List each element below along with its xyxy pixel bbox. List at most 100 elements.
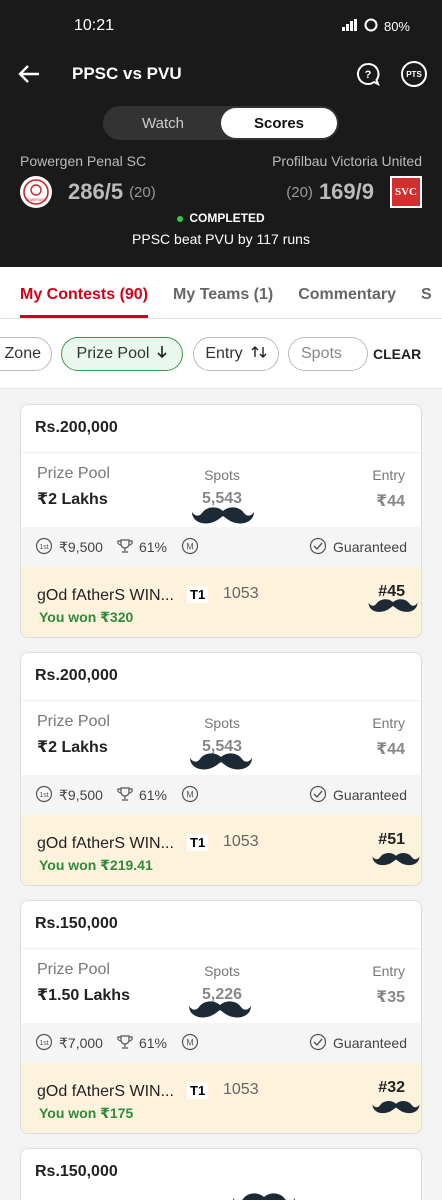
- first-prize: ₹7,000: [59, 1034, 103, 1051]
- guaranteed-check-icon: [309, 785, 327, 806]
- svg-text:?: ?: [365, 69, 372, 81]
- multi-entry-icon: M: [181, 785, 199, 806]
- team-name: gOd fAtherS WIN...: [37, 835, 174, 852]
- tab-stats[interactable]: S: [421, 286, 432, 318]
- svg-text:POWERGEN: POWERGEN: [26, 198, 47, 202]
- status-dot-icon: [177, 215, 184, 222]
- contest-card[interactable]: Rs.150,000: [20, 1148, 422, 1200]
- first-prize: ₹9,500: [59, 538, 103, 555]
- watch-scores-toggle: Watch Scores: [103, 106, 339, 140]
- mustache-icon: [192, 507, 254, 524]
- win-percent: 61%: [138, 539, 167, 555]
- contest-header: Rs.200,000: [21, 653, 421, 701]
- prize-pool-sort-chip[interactable]: Prize Pool: [61, 337, 183, 371]
- guaranteed-check-icon: [309, 537, 327, 558]
- first-prize-icon: 1st: [35, 537, 53, 558]
- team-points: 1053: [223, 1081, 259, 1098]
- winnings: You won ₹320: [39, 609, 134, 625]
- team1-score: 286/5: [68, 179, 124, 204]
- team-name: gOd fAtherS WIN...: [37, 1083, 174, 1100]
- team2-name: Profilbau Victoria United: [272, 153, 422, 169]
- team2-logo: SVC: [390, 176, 422, 208]
- joined-team-row[interactable]: gOd fAtherS WIN... T1 1053 You won ₹175 …: [21, 1063, 421, 1133]
- mustache-icon: [233, 1193, 295, 1200]
- zone-filter-chip[interactable]: Zone: [0, 337, 52, 371]
- joined-team-row[interactable]: gOd fAtherS WIN... T1 1053 You won ₹219.…: [21, 815, 421, 885]
- team-name: gOd fAtherS WIN...: [37, 587, 174, 604]
- contest-header: Rs.200,000: [21, 405, 421, 453]
- entry-fee: ₹44: [376, 741, 405, 758]
- battery-icon: [364, 18, 378, 35]
- points-icon[interactable]: PTS: [400, 60, 428, 88]
- score-row: POWERGEN 286/5 (20) (20) 169/9 SVC: [0, 175, 442, 209]
- contest-card[interactable]: Rs.200,000 Prize Pool ₹2 Lakhs Spots 5,5…: [20, 652, 422, 886]
- entry-fee: ₹44: [376, 493, 405, 510]
- tab-my-contests[interactable]: My Contests (90): [20, 286, 149, 318]
- match-header: 10:21 80% PPSC vs PVU ? PTS Watch Scores…: [0, 0, 442, 267]
- svg-text:1st: 1st: [39, 1040, 48, 1047]
- arrow-down-icon: [157, 345, 168, 364]
- team-id-badge: T1: [187, 586, 209, 603]
- winnings: You won ₹219.41: [39, 857, 153, 873]
- filter-bar: Zone Prize Pool Entry Spots CLEAR: [0, 319, 442, 389]
- team-names: Powergen Penal SC Profilbau Victoria Uni…: [0, 153, 442, 169]
- team-rank: #51: [378, 831, 405, 848]
- contest-card[interactable]: Rs.200,000 Prize Pool ₹2 Lakhs Spots 5,5…: [20, 404, 422, 638]
- trophy-icon: [117, 1034, 133, 1053]
- status-bar: 10:21 80%: [0, 0, 442, 52]
- mustache-icon: [372, 1100, 420, 1114]
- first-prize-icon: 1st: [35, 785, 53, 806]
- entry-fee: ₹35: [376, 989, 405, 1006]
- tab-bar: My Contests (90) My Teams (1) Commentary…: [0, 267, 442, 319]
- guaranteed-label: Guaranteed: [333, 1035, 407, 1051]
- contest-card[interactable]: Rs.150,000 Prize Pool ₹1.50 Lakhs Spots …: [20, 900, 422, 1134]
- match-result: PPSC beat PVU by 117 runs: [132, 231, 310, 247]
- team2-overs: (20): [286, 183, 313, 201]
- sort-arrows-icon: [251, 345, 267, 364]
- mustache-icon: [372, 852, 420, 866]
- app-bar: PPSC vs PVU ? PTS: [0, 52, 442, 96]
- clear-filters-button[interactable]: CLEAR: [373, 346, 421, 362]
- team-id-badge: T1: [187, 1082, 209, 1099]
- svg-text:1st: 1st: [39, 792, 48, 799]
- guaranteed-label: Guaranteed: [333, 539, 407, 555]
- help-chat-icon[interactable]: ?: [354, 60, 382, 88]
- multi-entry-icon: M: [181, 1033, 199, 1054]
- entry-sort-chip[interactable]: Entry: [193, 337, 279, 371]
- first-prize: ₹9,500: [59, 786, 103, 803]
- back-arrow-icon[interactable]: [14, 59, 44, 89]
- guaranteed-check-icon: [309, 1033, 327, 1054]
- mustache-icon: [368, 599, 418, 612]
- battery-level: 80%: [383, 18, 410, 34]
- tab-commentary[interactable]: Commentary: [298, 286, 396, 318]
- signal-icon: [341, 18, 358, 34]
- scores-tab[interactable]: Scores: [221, 108, 337, 138]
- svg-text:M: M: [186, 789, 194, 799]
- svg-text:1st: 1st: [39, 544, 48, 551]
- team1-logo: POWERGEN: [20, 176, 52, 208]
- team-id-badge: T1: [187, 834, 209, 851]
- first-prize-icon: 1st: [35, 1033, 53, 1054]
- tab-my-teams[interactable]: My Teams (1): [173, 286, 273, 318]
- mustache-icon: [189, 1001, 251, 1018]
- contest-header: Rs.150,000: [21, 901, 421, 949]
- match-status: COMPLETED: [0, 211, 442, 225]
- trophy-icon: [117, 538, 133, 557]
- spots-sort-chip[interactable]: Spots: [288, 337, 368, 371]
- mustache-icon: [190, 753, 252, 770]
- joined-team-row[interactable]: gOd fAtherS WIN... T1 1053 You won ₹320 …: [21, 567, 421, 637]
- team-points: 1053: [223, 833, 259, 850]
- team-rank: #32: [378, 1079, 405, 1096]
- team1-name: Powergen Penal SC: [20, 153, 147, 169]
- watch-tab[interactable]: Watch: [105, 108, 221, 138]
- page-title: PPSC vs PVU: [72, 64, 182, 83]
- team-points: 1053: [223, 585, 259, 602]
- guaranteed-label: Guaranteed: [333, 787, 407, 803]
- team1-overs: (20): [129, 183, 156, 201]
- contest-header: Rs.150,000: [35, 1163, 118, 1180]
- svg-text:M: M: [186, 541, 194, 551]
- trophy-icon: [117, 786, 133, 805]
- team2-score: 169/9: [318, 179, 374, 204]
- win-percent: 61%: [138, 787, 167, 803]
- svg-text:M: M: [186, 1037, 194, 1047]
